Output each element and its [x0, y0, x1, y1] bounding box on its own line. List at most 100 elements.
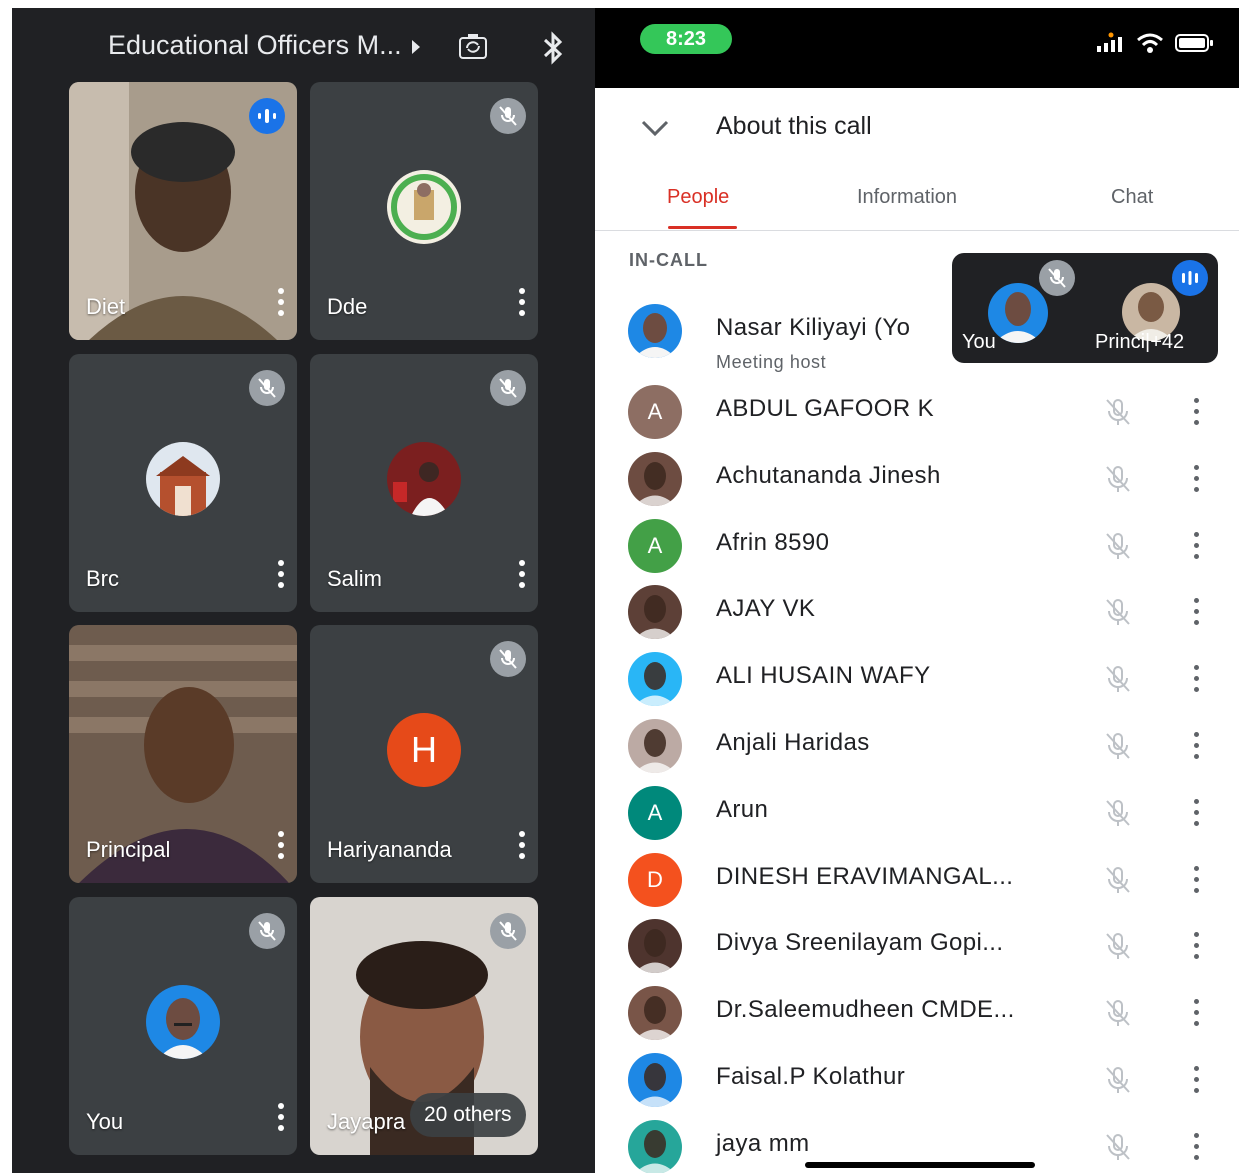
- mic-off-icon: [1102, 596, 1134, 628]
- tile-name: Diet: [86, 294, 126, 319]
- more-options-icon[interactable]: [1194, 865, 1200, 894]
- participant-row[interactable]: AJAY VK: [595, 585, 1239, 651]
- participant-name: ALI HUSAIN WAFY: [716, 662, 931, 690]
- pip-you-label: You: [962, 331, 996, 353]
- participant-name: jaya mm: [716, 1129, 810, 1157]
- participant-row[interactable]: Achutananda Jinesh: [595, 451, 1239, 518]
- avatar: [628, 719, 682, 773]
- building-avatar: [146, 442, 220, 516]
- participant-row[interactable]: Anjali Haridas: [595, 719, 1239, 785]
- more-options-icon[interactable]: [1194, 665, 1200, 693]
- avatar: [628, 451, 682, 506]
- others-count-pill[interactable]: 20 others: [410, 1093, 526, 1137]
- participant-row[interactable]: A Afrin 8590: [595, 518, 1239, 585]
- participant-name: ABDUL GAFOOR K: [716, 395, 935, 422]
- participant-tile-dde[interactable]: Dde: [310, 82, 538, 340]
- bluetooth-audio-icon[interactable]: [542, 30, 564, 66]
- participant-name: Arun: [716, 795, 769, 823]
- section-label: IN-CALL: [629, 250, 708, 270]
- mic-off-icon: [1102, 463, 1134, 495]
- more-options-icon[interactable]: [277, 560, 285, 590]
- more-options-icon[interactable]: [518, 288, 526, 318]
- title-caret-icon[interactable]: [412, 40, 420, 54]
- divider: [595, 230, 1239, 231]
- tile-name: Principal: [86, 837, 171, 862]
- mic-off-icon: [1102, 530, 1134, 562]
- cellular-signal-icon: [1097, 32, 1122, 52]
- picture-in-picture[interactable]: You Princi|+42: [952, 253, 1218, 363]
- tab-information[interactable]: Information: [857, 186, 957, 209]
- more-options-icon[interactable]: [1194, 999, 1200, 1027]
- participant-name: Afrin 8590: [716, 528, 830, 556]
- participant-tile-hariyananda[interactable]: H Hariyananda: [310, 625, 538, 883]
- mic-off-icon: [1102, 997, 1134, 1029]
- emblem-avatar: [387, 170, 461, 244]
- avatar: [628, 1119, 682, 1173]
- avatar: [628, 304, 682, 358]
- more-options-icon[interactable]: [1194, 1132, 1200, 1161]
- participant-row[interactable]: A Arun: [595, 785, 1239, 852]
- you-avatar: [146, 985, 220, 1059]
- tile-name: Salim: [327, 566, 383, 591]
- participant-row[interactable]: Divya Sreenilayam Gopi...: [595, 919, 1239, 985]
- host-label: Meeting host: [716, 352, 827, 372]
- about-call-screen: 8:23 About this call People Information …: [595, 8, 1239, 1173]
- more-options-icon[interactable]: [1194, 932, 1200, 960]
- status-time: 8:23: [640, 24, 732, 54]
- participant-row[interactable]: Dr.Saleemudheen CMDE...: [595, 986, 1239, 1052]
- pip-other-name: Princi|: [1095, 331, 1151, 353]
- participant-tile-principal[interactable]: Principal: [69, 625, 297, 883]
- more-options-icon[interactable]: [1194, 531, 1200, 560]
- participant-tile-brc[interactable]: Brc: [69, 354, 297, 612]
- mic-off-icon: [1102, 1131, 1134, 1163]
- participant-tile-salim[interactable]: Salim: [310, 354, 538, 612]
- meeting-title[interactable]: Educational Officers M...: [108, 30, 402, 61]
- mic-off-icon: [249, 913, 285, 949]
- speaking-indicator-icon: [249, 98, 285, 134]
- mic-off-icon: [1102, 864, 1134, 896]
- mic-off-icon: [1102, 396, 1134, 428]
- more-options-icon[interactable]: [1194, 732, 1200, 760]
- avatar: [628, 585, 682, 640]
- tile-name: Jayapra: [327, 1109, 406, 1134]
- participant-tile-jayapra[interactable]: Jayapra 20 others: [310, 897, 538, 1155]
- participant-row[interactable]: D DINESH ERAVIMANGAL...: [595, 852, 1239, 919]
- participant-row[interactable]: ALI HUSAIN WAFY: [595, 652, 1239, 718]
- initial-avatar: H: [387, 713, 461, 787]
- tile-name: You: [86, 1109, 124, 1134]
- avatar: A: [628, 518, 682, 573]
- more-options-icon[interactable]: [277, 831, 285, 861]
- participant-tile-diet[interactable]: Diet: [69, 82, 297, 340]
- active-tab-indicator: [668, 226, 737, 229]
- tile-name: Brc: [86, 566, 119, 591]
- avatar: [628, 986, 682, 1041]
- mic-off-icon: [1102, 797, 1134, 829]
- more-options-icon[interactable]: [518, 831, 526, 861]
- more-options-icon[interactable]: [277, 288, 285, 318]
- mic-off-icon: [490, 641, 526, 677]
- chevron-down-icon[interactable]: [641, 120, 669, 136]
- participant-name: Divya Sreenilayam Gopi...: [716, 929, 1004, 957]
- tab-people[interactable]: People: [667, 186, 729, 209]
- participant-name: Faisal.P Kolathur: [716, 1063, 906, 1090]
- mic-off-icon: [1102, 1064, 1134, 1096]
- more-options-icon[interactable]: [277, 1103, 285, 1133]
- more-options-icon[interactable]: [1194, 598, 1200, 626]
- switch-camera-icon[interactable]: [458, 32, 488, 62]
- tile-name: Hariyananda: [327, 837, 452, 862]
- more-options-icon[interactable]: [1194, 398, 1200, 426]
- more-options-icon[interactable]: [1194, 464, 1200, 493]
- mic-off-icon: [1102, 930, 1134, 962]
- participant-tile-you[interactable]: You: [69, 897, 297, 1155]
- tile-name: Dde: [327, 294, 368, 319]
- pip-other-label: Princi|+42: [1095, 331, 1184, 354]
- more-options-icon[interactable]: [518, 560, 526, 590]
- salim-avatar: [387, 442, 461, 516]
- more-options-icon[interactable]: [1194, 798, 1200, 827]
- participant-name: Nasar Kiliyayi (Yo: [716, 314, 911, 341]
- participant-row[interactable]: Faisal.P Kolathur: [595, 1053, 1239, 1119]
- tab-chat[interactable]: Chat: [1111, 186, 1153, 209]
- participant-row[interactable]: A ABDUL GAFOOR K: [595, 385, 1239, 451]
- status-bar: 8:23: [595, 8, 1239, 88]
- more-options-icon[interactable]: [1194, 1066, 1200, 1094]
